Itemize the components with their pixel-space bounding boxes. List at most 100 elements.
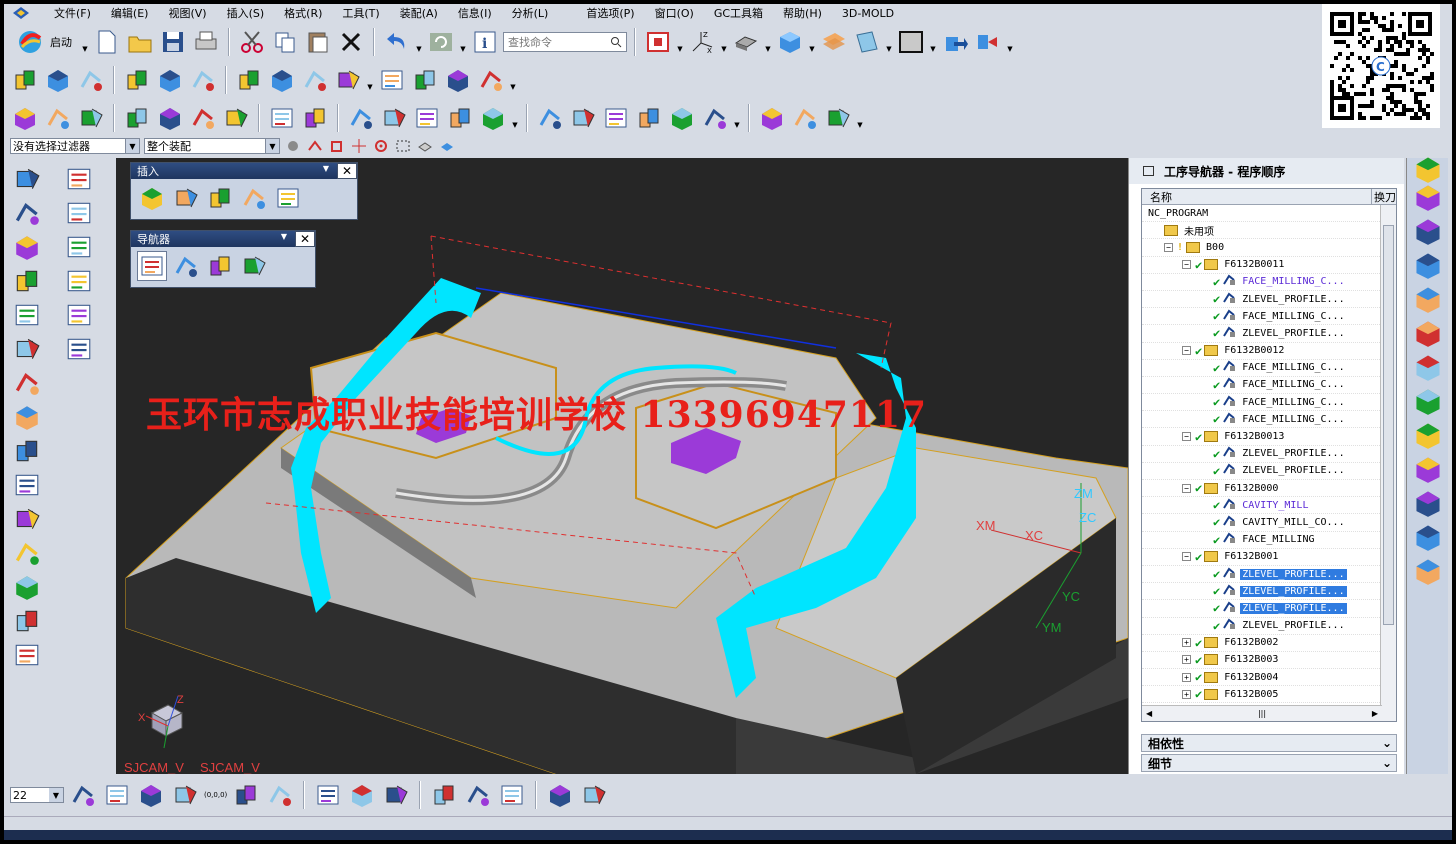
snap-point-icon[interactable] <box>306 138 324 154</box>
box-button[interactable] <box>62 333 96 365</box>
display-button-2[interactable] <box>300 103 330 133</box>
wcs-dropdown[interactable]: ▼ <box>720 27 728 57</box>
extract-curve-button[interactable] <box>10 537 44 569</box>
measure-ruler-button[interactable] <box>579 780 609 810</box>
output-button-3[interactable] <box>823 103 853 133</box>
shop-doc-button-6[interactable] <box>700 103 730 133</box>
history-tab[interactable] <box>1407 452 1449 486</box>
copy-button[interactable] <box>270 27 300 57</box>
wave-link-button[interactable] <box>973 27 1003 57</box>
expand-icon[interactable]: + <box>1182 672 1191 682</box>
operation-row[interactable]: ✔ FACE_MILLING_C... <box>1142 377 1396 395</box>
operation-row[interactable]: ✔ ZLEVEL_PROFILE... <box>1142 325 1396 343</box>
palettes-tab[interactable] <box>1407 520 1449 554</box>
tool-path-button-5[interactable] <box>377 65 407 95</box>
tree-node-row[interactable]: NC_PROGRAM <box>1142 205 1396 223</box>
new-file-button[interactable] <box>92 27 122 57</box>
tool-path-button-3[interactable] <box>300 65 330 95</box>
program-group-row[interactable]: − ✔ F6132B0012 <box>1142 343 1396 360</box>
background-button[interactable] <box>896 27 926 57</box>
maximize-icon[interactable] <box>1143 166 1154 176</box>
program-group-row[interactable]: − ✔ F6132B0011 <box>1142 257 1396 274</box>
crosshair-icon[interactable] <box>350 138 368 154</box>
tool-path-button-2[interactable] <box>267 65 297 95</box>
rectangle-button[interactable] <box>10 231 44 263</box>
create-geometry-button[interactable] <box>205 183 235 213</box>
operation-row[interactable]: ✔ ZLEVEL_PROFILE... <box>1142 566 1396 584</box>
delete-button[interactable] <box>336 27 366 57</box>
operation-row[interactable]: ✔ CAVITY_MILL_CO... <box>1142 514 1396 532</box>
settings-gear-tab[interactable] <box>1407 157 1449 183</box>
replay-toolpath-button[interactable] <box>429 780 459 810</box>
expand-icon[interactable]: + <box>1182 689 1191 699</box>
tree-node-row[interactable]: 未用项 <box>1142 222 1396 240</box>
collapse-icon[interactable]: − <box>1164 242 1173 252</box>
verify-button-2[interactable] <box>43 103 73 133</box>
tree-node-row[interactable]: −! B00 <box>1142 239 1396 257</box>
menu-item-10[interactable]: 窗口(O) <box>645 5 704 21</box>
intersect-curve-button[interactable] <box>10 571 44 603</box>
verify-button-3[interactable] <box>76 103 106 133</box>
start-button[interactable]: 启动 <box>10 27 78 57</box>
tool-path-button-4[interactable] <box>333 65 363 95</box>
palette-menu-icon[interactable]: ▼ <box>323 164 329 173</box>
generate-button-5[interactable] <box>478 103 508 133</box>
shop-doc-dropdown-6[interactable]: ▼ <box>733 103 741 133</box>
operation-row[interactable]: ✔ ZLEVEL_PROFILE... <box>1142 463 1396 480</box>
operation-row[interactable]: ✔ FACE_MILLING <box>1142 532 1396 549</box>
collapse-icon[interactable]: − <box>1182 552 1191 562</box>
tool-path-dropdown-8[interactable]: ▼ <box>509 65 517 95</box>
operation-row[interactable]: ✔ ZLEVEL_PROFILE... <box>1142 618 1396 635</box>
method-view-button[interactable] <box>239 251 269 281</box>
tool-path-button-7[interactable] <box>443 65 473 95</box>
post-button-2[interactable] <box>155 103 185 133</box>
create-op-button-1[interactable] <box>122 65 152 95</box>
output-button-1[interactable] <box>757 103 787 133</box>
operation-row[interactable]: ✔ FACE_MILLING_C... <box>1142 308 1396 326</box>
operation-row[interactable]: ✔ FACE_MILLING_C... <box>1142 274 1396 291</box>
fit-view-button[interactable] <box>643 27 673 57</box>
cam-setup-button-1[interactable] <box>10 65 40 95</box>
machine-tool-view-button[interactable] <box>171 251 201 281</box>
program-group-row[interactable]: − ✔ F6132B001 <box>1142 549 1396 566</box>
post-button-4[interactable] <box>221 103 251 133</box>
verify-toolpath-button[interactable] <box>463 780 493 810</box>
trim-curve-button[interactable] <box>10 503 44 535</box>
scroll-left-icon[interactable]: ◀ <box>1146 709 1152 718</box>
tool-path-button-6[interactable] <box>410 65 440 95</box>
scroll-right-icon[interactable]: ▶ <box>1372 709 1378 718</box>
offset-curve-button[interactable] <box>10 401 44 433</box>
web-browser-tab[interactable] <box>1407 418 1449 452</box>
output-dropdown-3[interactable]: ▼ <box>856 103 864 133</box>
create-op-button-2[interactable] <box>155 65 185 95</box>
arc-button[interactable] <box>10 197 44 229</box>
close-icon[interactable]: ✕ <box>337 163 357 179</box>
program-group-row[interactable]: + ✔ F6132B002 <box>1142 635 1396 652</box>
scrollbar-thumb[interactable] <box>1383 225 1394 625</box>
expand-icon[interactable]: + <box>1182 655 1191 665</box>
command-finder-button[interactable]: i <box>470 27 500 57</box>
menu-item-9[interactable]: 首选项(P) <box>576 5 644 21</box>
menu-item-13[interactable]: 3D-MOLD <box>832 7 904 20</box>
view-triad-button[interactable] <box>381 780 411 810</box>
collapse-icon[interactable]: − <box>1182 260 1191 270</box>
create-tool-button[interactable] <box>171 183 201 213</box>
column-tool-change-header[interactable]: 换刀 <box>1372 189 1396 204</box>
shape-studio-button[interactable] <box>62 163 96 195</box>
rectangle-select-icon[interactable] <box>394 138 412 154</box>
solid-body-icon[interactable] <box>438 138 456 154</box>
hd3d-tools-tab[interactable] <box>1407 384 1449 418</box>
command-search-input[interactable]: 查找命令 <box>503 32 627 52</box>
tool-path-button-8[interactable] <box>476 65 506 95</box>
menu-item-0[interactable]: 文件(F) <box>44 5 101 21</box>
roles-tab[interactable] <box>1407 554 1449 588</box>
tool-path-dropdown-4[interactable]: ▼ <box>366 65 374 95</box>
menu-item-5[interactable]: 工具(T) <box>332 5 389 21</box>
generate-button-4[interactable] <box>445 103 475 133</box>
details-section[interactable]: 细节 ⌄ <box>1141 754 1397 772</box>
point-button[interactable] <box>62 197 96 229</box>
menu-item-11[interactable]: GC工具箱 <box>704 5 773 21</box>
print-button[interactable] <box>191 27 221 57</box>
block-button[interactable] <box>62 299 96 331</box>
assembly-navigator-tab[interactable] <box>1407 180 1449 214</box>
